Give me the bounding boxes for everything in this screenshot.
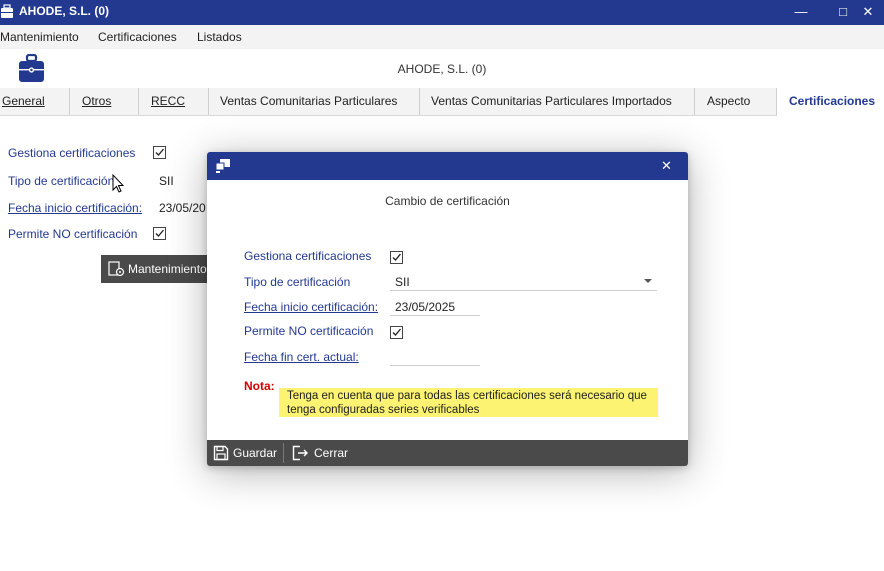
dialog-footer: Guardar Cerrar xyxy=(207,440,688,466)
tab-label: Otros xyxy=(82,94,112,108)
tab-ventas-comunitarias-importados[interactable]: Ventas Comunitarias Particulares Importa… xyxy=(420,88,695,115)
dialog-fecha-fin-link[interactable]: Fecha fin cert. actual: xyxy=(244,350,359,364)
menu-mantenimiento[interactable]: Mantenimiento xyxy=(0,30,79,44)
tab-ventas-comunitarias[interactable]: Ventas Comunitarias Particulares xyxy=(209,88,420,115)
tab-label: Ventas Comunitarias Particulares Importa… xyxy=(431,94,672,108)
dialog-tipo-select[interactable]: SII xyxy=(390,272,657,291)
mouse-cursor-icon xyxy=(112,174,125,193)
gestiona-label: Gestiona certificaciones xyxy=(8,146,136,160)
app-briefcase-icon xyxy=(1,4,13,18)
document-gear-icon xyxy=(108,261,125,277)
menu-bar: Mantenimiento Certificaciones Listados xyxy=(0,25,884,49)
checkmark-icon xyxy=(392,328,401,336)
checkmark-icon xyxy=(155,148,164,156)
tab-bar: General Otros RECC Ventas Comunitarias P… xyxy=(0,88,884,116)
dialog-fecha-inicio-value: 23/05/2025 xyxy=(395,300,456,314)
cambio-certificacion-dialog: ✕ Cambio de certificación Gestiona certi… xyxy=(207,152,688,466)
minimize-button[interactable]: — xyxy=(778,0,824,25)
nota-text-line-2: tenga configuradas series verificables xyxy=(287,404,480,416)
dialog-fecha-inicio-link[interactable]: Fecha inicio certificación: xyxy=(244,300,378,314)
dialog-permite-checkbox[interactable] xyxy=(390,326,403,339)
tab-general[interactable]: General xyxy=(0,88,70,115)
windows-stack-icon xyxy=(215,159,230,173)
tab-label: Aspecto xyxy=(707,94,751,108)
dialog-close-button[interactable]: ✕ xyxy=(661,158,672,174)
guardar-button[interactable]: Guardar xyxy=(207,440,283,466)
tab-otros[interactable]: Otros xyxy=(70,88,139,115)
fecha-inicio-link[interactable]: Fecha inicio certificación: xyxy=(8,201,142,215)
tab-label: Ventas Comunitarias Particulares xyxy=(220,94,398,108)
company-label: AHODE, S.L. (0) xyxy=(397,62,487,76)
dialog-permite-label: Permite NO certificación xyxy=(244,324,374,338)
permite-label: Permite NO certificación xyxy=(8,227,138,241)
mantenimiento-label: Mantenimiento xyxy=(128,262,207,276)
dialog-gestiona-checkbox[interactable] xyxy=(390,251,403,264)
tab-aspecto[interactable]: Aspecto xyxy=(695,88,777,115)
guardar-label: Guardar xyxy=(233,446,278,460)
mantenimiento-button[interactable]: Mantenimiento xyxy=(101,255,211,283)
permite-checkbox[interactable] xyxy=(153,227,166,240)
gestiona-checkbox[interactable] xyxy=(153,146,166,159)
checkmark-icon xyxy=(155,229,164,237)
cerrar-label: Cerrar xyxy=(314,446,349,460)
close-window-button[interactable]: ✕ xyxy=(852,0,884,25)
dialog-tipo-value: SII xyxy=(395,275,410,289)
cerrar-button[interactable]: Cerrar xyxy=(284,440,354,466)
tipo-label: Tipo de certificación xyxy=(8,174,115,188)
dialog-heading: Cambio de certificación xyxy=(385,194,510,208)
title-bar: AHODE, S.L. (0) — □ ✕ xyxy=(0,0,884,25)
tab-certificaciones[interactable]: Certificaciones xyxy=(777,88,884,116)
tab-label: General xyxy=(2,94,45,108)
save-icon xyxy=(213,445,229,461)
tab-recc[interactable]: RECC xyxy=(139,88,209,115)
fecha-inicio-value[interactable]: 23/05/20 xyxy=(159,201,206,215)
exit-icon xyxy=(292,445,308,461)
tab-label: RECC xyxy=(151,94,186,108)
tipo-value[interactable]: SII xyxy=(159,174,174,188)
chevron-down-icon xyxy=(644,279,652,283)
dialog-fecha-inicio-field[interactable]: 23/05/2025 xyxy=(390,297,480,316)
menu-certificaciones[interactable]: Certificaciones xyxy=(98,30,177,44)
dialog-header: ✕ xyxy=(207,152,688,180)
dialog-gestiona-label: Gestiona certificaciones xyxy=(244,249,372,263)
nota-box: Tenga en cuenta que para todas las certi… xyxy=(279,388,658,417)
checkmark-icon xyxy=(392,253,401,261)
dialog-tipo-label: Tipo de certificación xyxy=(244,275,351,289)
dialog-fecha-fin-field[interactable] xyxy=(390,347,480,366)
tab-label: Certificaciones xyxy=(789,94,876,108)
window-title: AHODE, S.L. (0) xyxy=(19,4,110,18)
nota-label: Nota: xyxy=(244,379,275,393)
nota-text-line-1: Tenga en cuenta que para todas las certi… xyxy=(287,390,647,402)
menu-listados[interactable]: Listados xyxy=(197,30,242,44)
